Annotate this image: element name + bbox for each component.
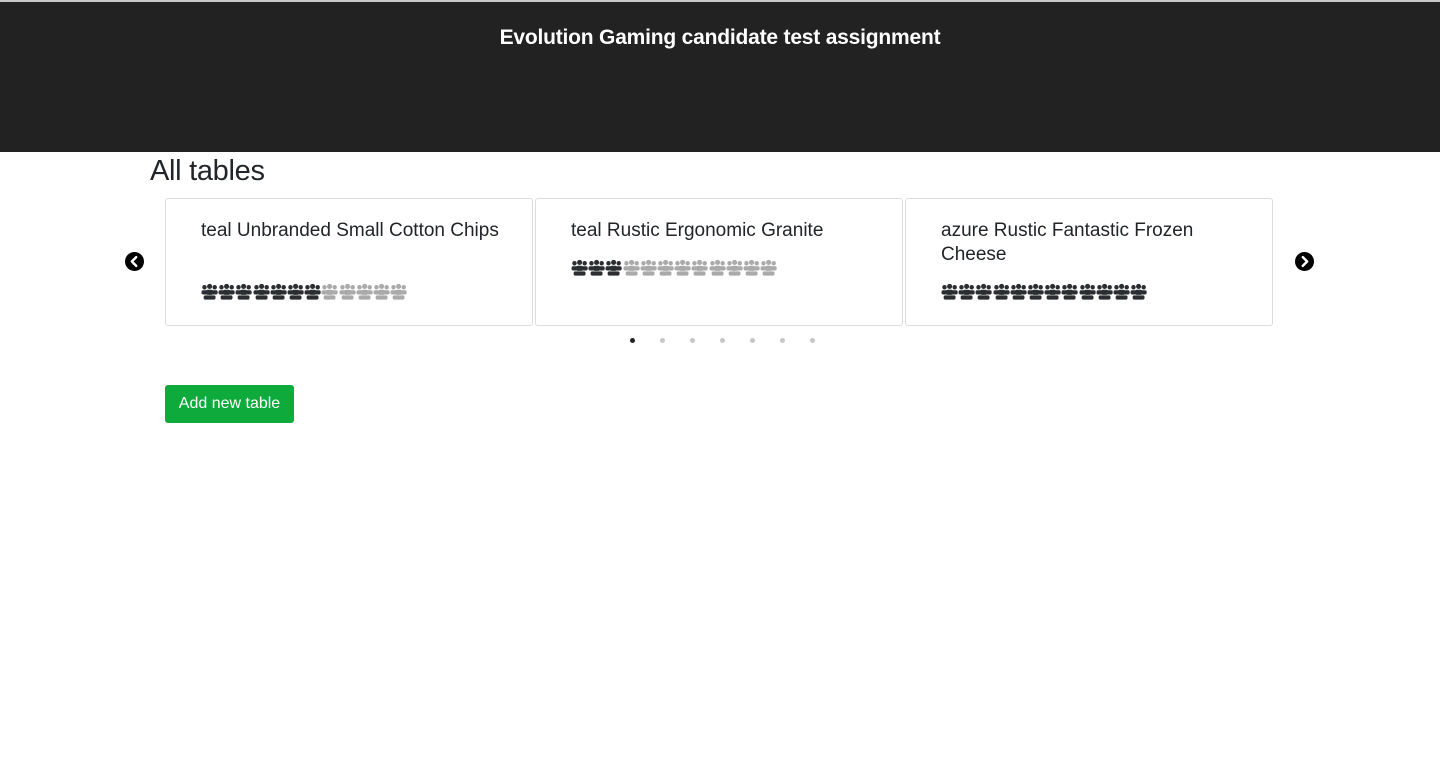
seat-free-icon [321, 283, 338, 300]
seat-free-icon [339, 283, 356, 300]
seat-free-icon [726, 259, 743, 276]
table-card-title: teal Unbranded Small Cotton Chips [201, 220, 499, 241]
carousel-dot[interactable] [690, 338, 695, 343]
table-card-title: teal Rustic Ergonomic Granite [571, 220, 824, 241]
seat-occupied-icon [1027, 283, 1044, 300]
carousel-pagination [630, 338, 840, 343]
carousel-dot[interactable] [810, 338, 815, 343]
seat-occupied-icon [941, 283, 958, 300]
seat-free-icon [373, 283, 390, 300]
seat-free-icon [709, 259, 726, 276]
seat-indicator [201, 283, 407, 300]
seat-occupied-icon [588, 259, 605, 276]
seat-occupied-icon [571, 259, 588, 276]
seat-occupied-icon [1061, 283, 1078, 300]
chevron-left-circle-icon [125, 252, 144, 271]
seat-occupied-icon [304, 283, 321, 300]
table-card[interactable]: teal Rustic Ergonomic Granite [535, 198, 903, 326]
seat-indicator [571, 259, 777, 276]
carousel-dot[interactable] [660, 338, 665, 343]
carousel-dot[interactable] [780, 338, 785, 343]
seat-occupied-icon [1044, 283, 1061, 300]
seat-occupied-icon [1113, 283, 1130, 300]
seat-occupied-icon [1130, 283, 1147, 300]
seat-occupied-icon [253, 283, 270, 300]
seat-occupied-icon [1010, 283, 1027, 300]
seat-occupied-icon [287, 283, 304, 300]
carousel-dot[interactable] [630, 338, 635, 343]
seat-occupied-icon [605, 259, 623, 276]
table-card[interactable]: azure Rustic Fantastic Frozen Cheese [905, 198, 1273, 326]
seat-occupied-icon [235, 283, 253, 300]
seat-free-icon [743, 259, 760, 276]
page-header: Evolution Gaming candidate test assignme… [0, 2, 1440, 152]
seat-free-icon [356, 283, 373, 300]
seat-indicator [941, 283, 1147, 300]
seat-free-icon [657, 259, 674, 276]
seat-free-icon [674, 259, 691, 276]
seat-free-icon [623, 259, 640, 276]
carousel-next-button[interactable] [1295, 252, 1314, 271]
seat-occupied-icon [975, 283, 993, 300]
carousel-dot[interactable] [720, 338, 725, 343]
page-title: All tables [150, 155, 265, 187]
seat-free-icon [640, 259, 657, 276]
seat-free-icon [691, 259, 708, 276]
seat-occupied-icon [993, 283, 1010, 300]
table-card[interactable]: teal Unbranded Small Cotton Chips [165, 198, 533, 326]
seat-occupied-icon [1096, 283, 1113, 300]
seat-occupied-icon [201, 283, 218, 300]
seat-occupied-icon [270, 283, 287, 300]
carousel-dot[interactable] [750, 338, 755, 343]
carousel-prev-button[interactable] [125, 252, 144, 271]
add-new-table-button[interactable]: Add new table [165, 385, 294, 423]
seat-occupied-icon [958, 283, 975, 300]
seat-occupied-icon [218, 283, 235, 300]
seat-occupied-icon [1079, 283, 1096, 300]
seat-free-icon [760, 259, 777, 276]
table-card-title: azure Rustic Fantastic Frozen Cheese [941, 220, 1194, 265]
chevron-right-circle-icon [1295, 252, 1314, 271]
header-title: Evolution Gaming candidate test assignme… [499, 26, 941, 49]
seat-free-icon [390, 283, 407, 300]
